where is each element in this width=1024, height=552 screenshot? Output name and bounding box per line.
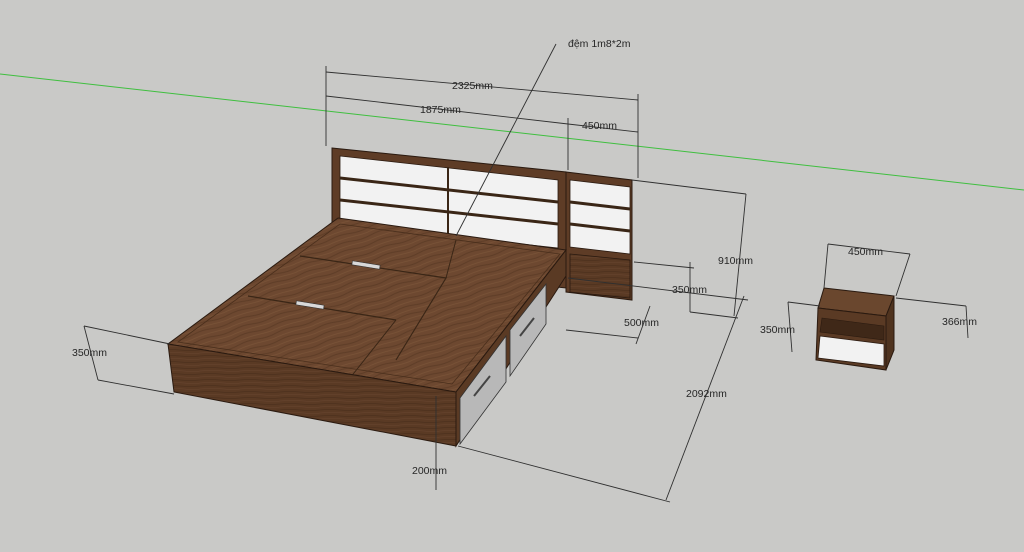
sketchup-viewport: đệm 1m8*2m 2325mm 1875mm 450mm 910mm 350… xyxy=(0,0,1024,552)
total-width-label: 2325mm xyxy=(452,80,493,92)
nightstand-depth-label: 366mm xyxy=(942,316,977,328)
nightstand-width-label: 450mm xyxy=(848,246,883,258)
side-panel xyxy=(565,171,633,301)
headboard-height-label: 910mm xyxy=(718,255,753,267)
bed-width-label: 1875mm xyxy=(420,104,461,116)
side-panel-depth-label: 500mm xyxy=(624,317,659,329)
bed-length-label: 2092mm xyxy=(686,388,727,400)
bed-drawing: đệm 1m8*2m 2325mm 1875mm 450mm 910mm 350… xyxy=(0,38,1024,503)
plinth-height-label: 200mm xyxy=(412,465,447,477)
mattress-note: đệm 1m8*2m xyxy=(568,38,631,50)
nightstand-offset-label: 350mm xyxy=(672,284,707,296)
bed-frame xyxy=(166,217,567,448)
nightstand xyxy=(815,287,895,371)
bed-height-label: 350mm xyxy=(72,347,107,359)
nightstand-height-label: 350mm xyxy=(760,324,795,336)
side-panel-width-label: 450mm xyxy=(582,120,617,132)
